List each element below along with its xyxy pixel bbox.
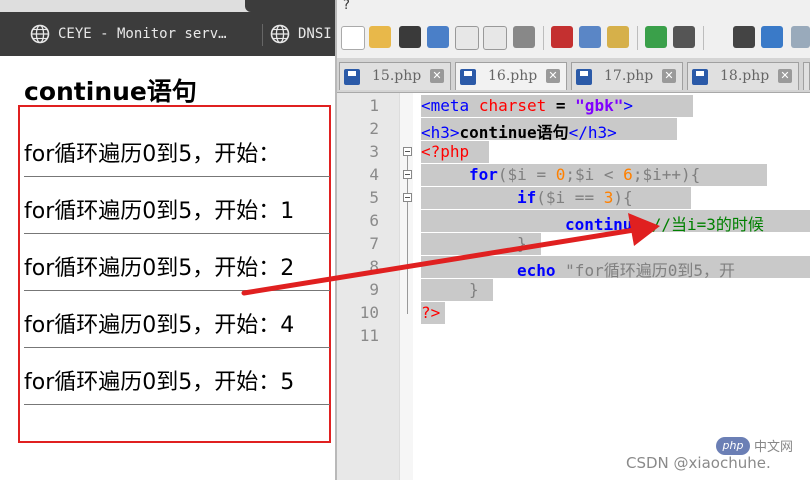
browser-window: CEYE - Monitor serv… DNSI continue语句 for…: [0, 0, 335, 480]
tab-title: CEYE - Monitor serv…: [58, 26, 227, 42]
save-disk-icon: [460, 69, 476, 85]
browser-tab-bar: CEYE - Monitor serv… DNSI: [0, 0, 335, 56]
file-tab-15[interactable]: 15.php ✕: [339, 62, 451, 90]
line-number: 8: [369, 257, 379, 276]
line-number: 6: [369, 211, 379, 230]
save-disk-icon: [692, 69, 708, 85]
code-line-8: echo "for循环遍历0到5，开: [517, 261, 735, 280]
divider-line: [24, 347, 330, 348]
divider-line: [24, 290, 330, 291]
save-disk-icon: [576, 69, 592, 85]
find-icon[interactable]: [733, 26, 755, 48]
code-line-6: continue;//当i=3的时候: [565, 215, 764, 234]
code-line-2: <h3>continue语句</h3>: [421, 123, 617, 142]
close-tab-icon[interactable]: ✕: [546, 69, 560, 83]
paste-icon[interactable]: [607, 26, 629, 48]
save-all-icon[interactable]: [427, 26, 449, 48]
close-tab-icon[interactable]: ✕: [778, 69, 792, 83]
php-site-watermark: php 中文网: [716, 436, 793, 455]
undo-icon[interactable]: [645, 26, 667, 48]
fold-toggle-icon[interactable]: [403, 193, 412, 202]
line-number: 10: [359, 303, 379, 322]
close-tab-icon[interactable]: ✕: [430, 69, 444, 83]
file-tabs: 15.php ✕ 16.php ✕ 17.php ✕ 18.php ✕: [337, 58, 810, 93]
divider-line: [24, 233, 330, 234]
line-number: 4: [369, 165, 379, 184]
divider-line: [24, 404, 330, 405]
toolbar: [337, 18, 810, 58]
browser-tab-dns[interactable]: DNSI: [270, 20, 335, 48]
globe-icon: [30, 24, 50, 44]
replace-icon[interactable]: [761, 26, 783, 48]
output-line: for循环遍历0到5，开始：4: [24, 313, 295, 338]
page-content: continue语句 for循环遍历0到5，开始： for循环遍历0到5，开始：…: [0, 56, 335, 480]
redo-icon[interactable]: [673, 26, 695, 48]
line-number: 11: [359, 326, 379, 345]
page-title: continue语句: [24, 77, 197, 106]
close-all-icon[interactable]: [483, 26, 507, 50]
code-line-3: <?php: [421, 142, 470, 161]
output-line: for循环遍历0到5，开始：2: [24, 256, 295, 281]
line-number: 2: [369, 119, 379, 138]
zoom-icon[interactable]: [791, 26, 810, 48]
output-line: for循环遍历0到5，开始：: [24, 142, 281, 167]
open-folder-icon[interactable]: [369, 26, 391, 48]
line-number-gutter: 1 2 3 4 5 6 7 8 9 10 11: [337, 93, 399, 480]
fold-toggle-icon[interactable]: [403, 147, 412, 156]
code-line-1: <meta charset = "gbk">: [421, 96, 633, 115]
copy-icon[interactable]: [579, 26, 601, 48]
code-line-7: }: [517, 234, 527, 253]
line-number: 1: [369, 96, 379, 115]
globe-icon: [270, 24, 290, 44]
menu-help[interactable]: ?: [343, 0, 350, 13]
output-line: for循环遍历0到5，开始：5: [24, 370, 295, 395]
code-line-5: if($i == 3){: [517, 188, 633, 207]
close-file-icon[interactable]: [455, 26, 479, 50]
fold-toggle-icon[interactable]: [403, 170, 412, 179]
code-area[interactable]: <meta charset = "gbk"> <h3>continue语句</h…: [413, 93, 810, 480]
cut-icon[interactable]: [551, 26, 573, 48]
close-tab-icon[interactable]: ✕: [662, 69, 676, 83]
new-file-icon[interactable]: [341, 26, 365, 50]
print-icon[interactable]: [513, 26, 535, 48]
file-tab-18[interactable]: 18.php ✕: [687, 62, 799, 90]
output-line: for循环遍历0到5，开始：1: [24, 199, 295, 224]
code-line-9: }: [469, 280, 479, 299]
save-icon[interactable]: [399, 26, 421, 48]
file-tab-16[interactable]: 16.php ✕: [455, 62, 567, 90]
code-editor: ? 15.php ✕ 16.php ✕ 17.php ✕ 18.php ✕ 1 …: [337, 0, 810, 480]
line-number: 9: [369, 280, 379, 299]
tab-title: DNSI: [298, 26, 332, 42]
code-line-4: for($i = 0;$i < 6;$i++){: [469, 165, 701, 184]
code-line-10: ?>: [421, 303, 441, 322]
line-number: 7: [369, 234, 379, 253]
divider-line: [24, 176, 330, 177]
browser-tab-ceye[interactable]: CEYE - Monitor serv…: [30, 20, 260, 48]
menu-bar: ?: [337, 0, 810, 18]
csdn-watermark: CSDN @xiaochuhe.: [626, 454, 771, 472]
line-number: 3: [369, 142, 379, 161]
line-number: 5: [369, 188, 379, 207]
file-tab-17[interactable]: 17.php ✕: [571, 62, 683, 90]
save-disk-icon: [344, 69, 360, 85]
php-logo-icon: php: [716, 436, 750, 455]
